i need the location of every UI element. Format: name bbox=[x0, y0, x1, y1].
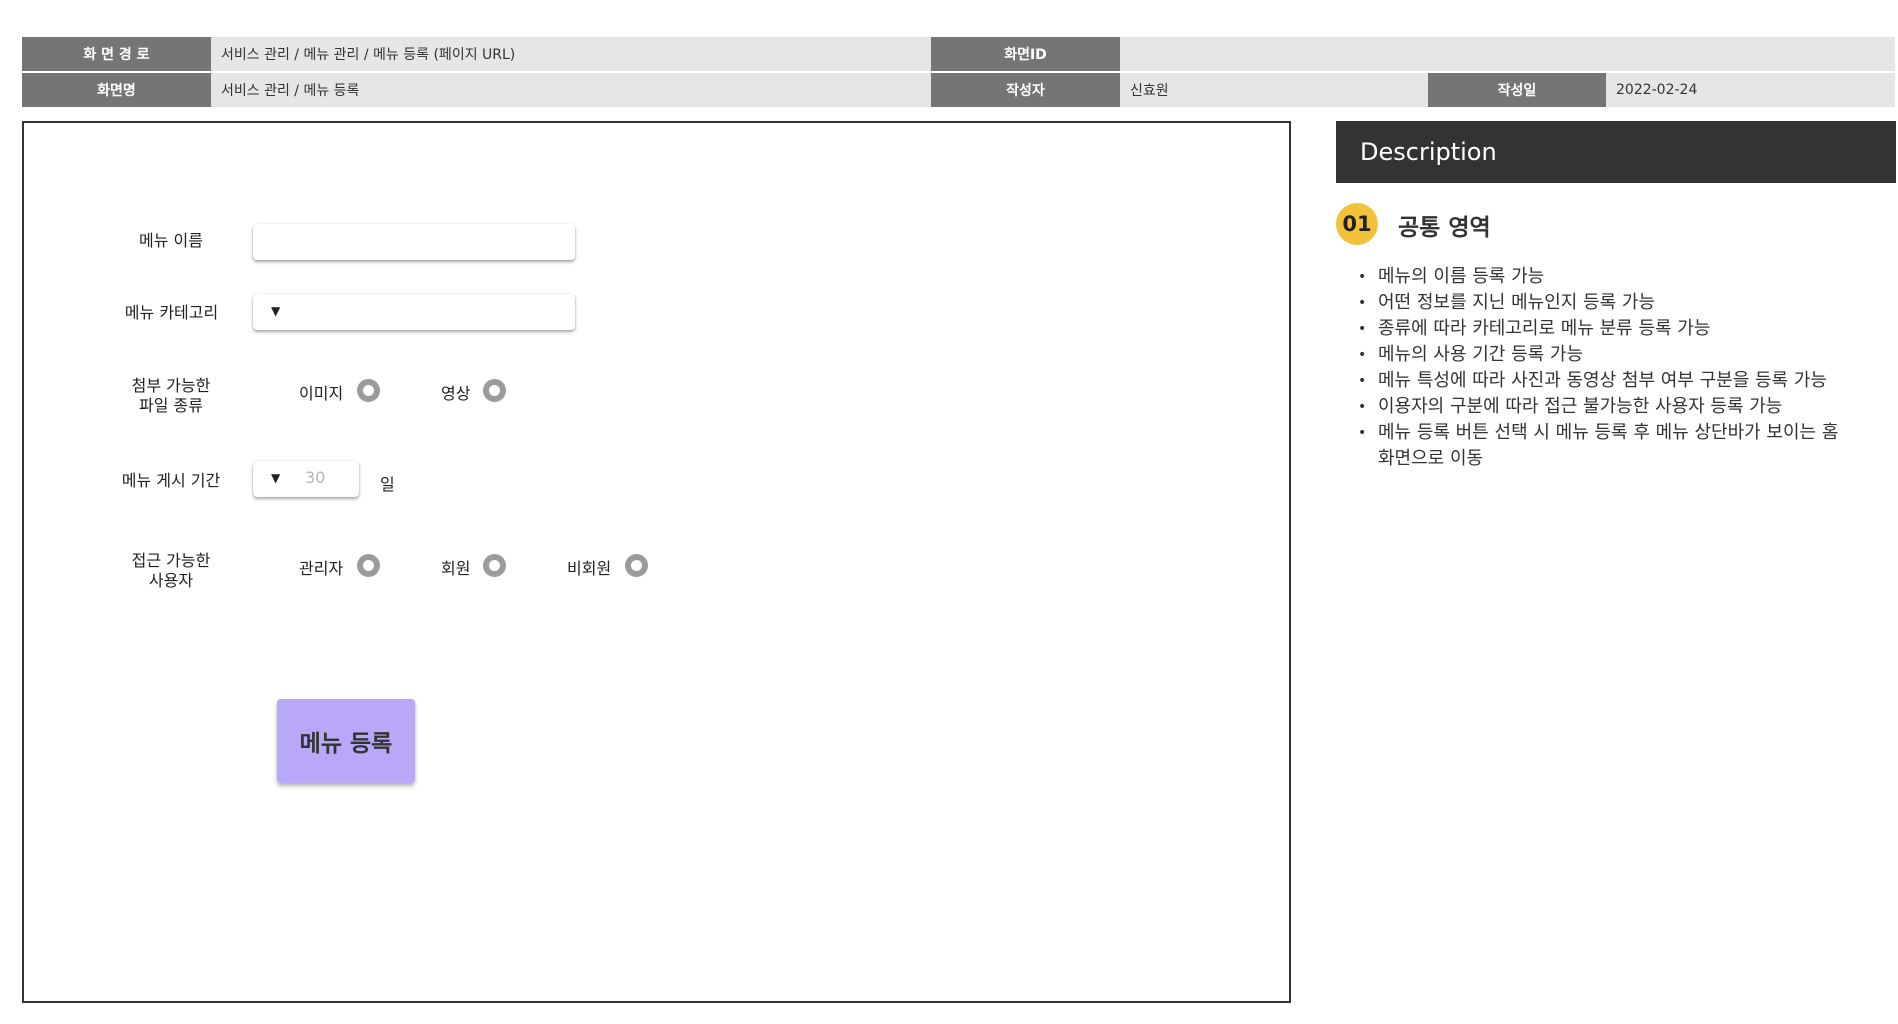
description-list: 메뉴의 이름 등록 가능 어떤 정보를 지닌 메뉴인지 등록 가능 종류에 따라… bbox=[1356, 264, 1856, 472]
access-label-line1: 접근 가능한 bbox=[131, 551, 211, 570]
list-item: 메뉴의 이름 등록 가능 bbox=[1356, 264, 1856, 290]
list-item: 종류에 따라 카테고리로 메뉴 분류 등록 가능 bbox=[1356, 316, 1856, 342]
file-type-image-radio[interactable] bbox=[357, 379, 380, 402]
header-row-1: 화 면 경 로 서비스 관리 / 메뉴 관리 / 메뉴 등록 (페이지 URL)… bbox=[22, 37, 1895, 71]
screen-id-value bbox=[1120, 37, 1895, 71]
file-type-image-label: 이미지 bbox=[299, 384, 344, 403]
access-nonmember-radio[interactable] bbox=[625, 554, 648, 577]
menu-category-select[interactable]: ▼ bbox=[253, 294, 575, 330]
access-label-line2: 사용자 bbox=[148, 571, 194, 590]
list-item: 메뉴 등록 버튼 선택 시 메뉴 등록 후 메뉴 상단바가 보이는 홈 화면으로… bbox=[1356, 420, 1856, 472]
access-nonmember-label: 비회원 bbox=[567, 559, 612, 578]
screen-name-label: 화면명 bbox=[22, 73, 211, 107]
menu-name-input[interactable] bbox=[253, 224, 575, 260]
author-label: 작성자 bbox=[931, 73, 1120, 107]
wireframe-frame: 메뉴 이름 메뉴 카테고리 ▼ 첨부 가능한 파일 종류 이미지 영상 메뉴 게… bbox=[22, 121, 1291, 1003]
menu-category-label: 메뉴 카테고리 bbox=[124, 303, 219, 322]
screen-id-label: 화면ID bbox=[931, 37, 1120, 71]
author-value: 신효원 bbox=[1120, 73, 1428, 107]
description-header: Description bbox=[1336, 121, 1896, 183]
period-unit-label: 일 bbox=[380, 475, 395, 494]
section-title: 공통 영역 bbox=[1398, 215, 1491, 241]
menu-register-button[interactable]: 메뉴 등록 bbox=[277, 699, 415, 783]
section-number-badge: 01 bbox=[1336, 203, 1378, 245]
file-type-label-line2: 파일 종류 bbox=[139, 396, 203, 415]
screen-path-label: 화 면 경 로 bbox=[22, 37, 211, 71]
access-admin-label: 관리자 bbox=[299, 559, 344, 578]
access-member-radio[interactable] bbox=[483, 554, 506, 577]
file-type-video-radio[interactable] bbox=[483, 379, 506, 402]
list-item: 어떤 정보를 지닌 메뉴인지 등록 가능 bbox=[1356, 290, 1856, 316]
header-row-2: 화면명 서비스 관리 / 메뉴 등록 작성자 신효원 작성일 2022-02-2… bbox=[22, 73, 1895, 107]
list-item: 이용자의 구분에 따라 접근 불가능한 사용자 등록 가능 bbox=[1356, 394, 1856, 420]
dropdown-caret-icon: ▼ bbox=[271, 304, 281, 318]
access-admin-radio[interactable] bbox=[357, 554, 380, 577]
file-type-label: 첨부 가능한 파일 종류 bbox=[96, 376, 246, 416]
period-input-placeholder: 30 bbox=[305, 468, 326, 487]
list-item: 메뉴의 사용 기간 등록 가능 bbox=[1356, 342, 1856, 368]
date-label: 작성일 bbox=[1428, 73, 1606, 107]
screen-path-value: 서비스 관리 / 메뉴 관리 / 메뉴 등록 (페이지 URL) bbox=[211, 37, 931, 71]
period-stepper[interactable]: ▼ 30 bbox=[253, 461, 359, 497]
menu-name-label: 메뉴 이름 bbox=[139, 231, 203, 250]
file-type-label-line1: 첨부 가능한 bbox=[131, 376, 211, 395]
period-label: 메뉴 게시 기간 bbox=[121, 471, 221, 490]
date-value: 2022-02-24 bbox=[1606, 73, 1895, 107]
file-type-video-label: 영상 bbox=[441, 384, 471, 403]
list-item: 메뉴 특성에 따라 사진과 동영상 첨부 여부 구분을 등록 가능 bbox=[1356, 368, 1856, 394]
access-member-label: 회원 bbox=[441, 559, 471, 578]
screen-name-value: 서비스 관리 / 메뉴 등록 bbox=[211, 73, 931, 107]
access-label: 접근 가능한 사용자 bbox=[96, 551, 246, 591]
dropdown-caret-icon: ▼ bbox=[271, 471, 281, 485]
